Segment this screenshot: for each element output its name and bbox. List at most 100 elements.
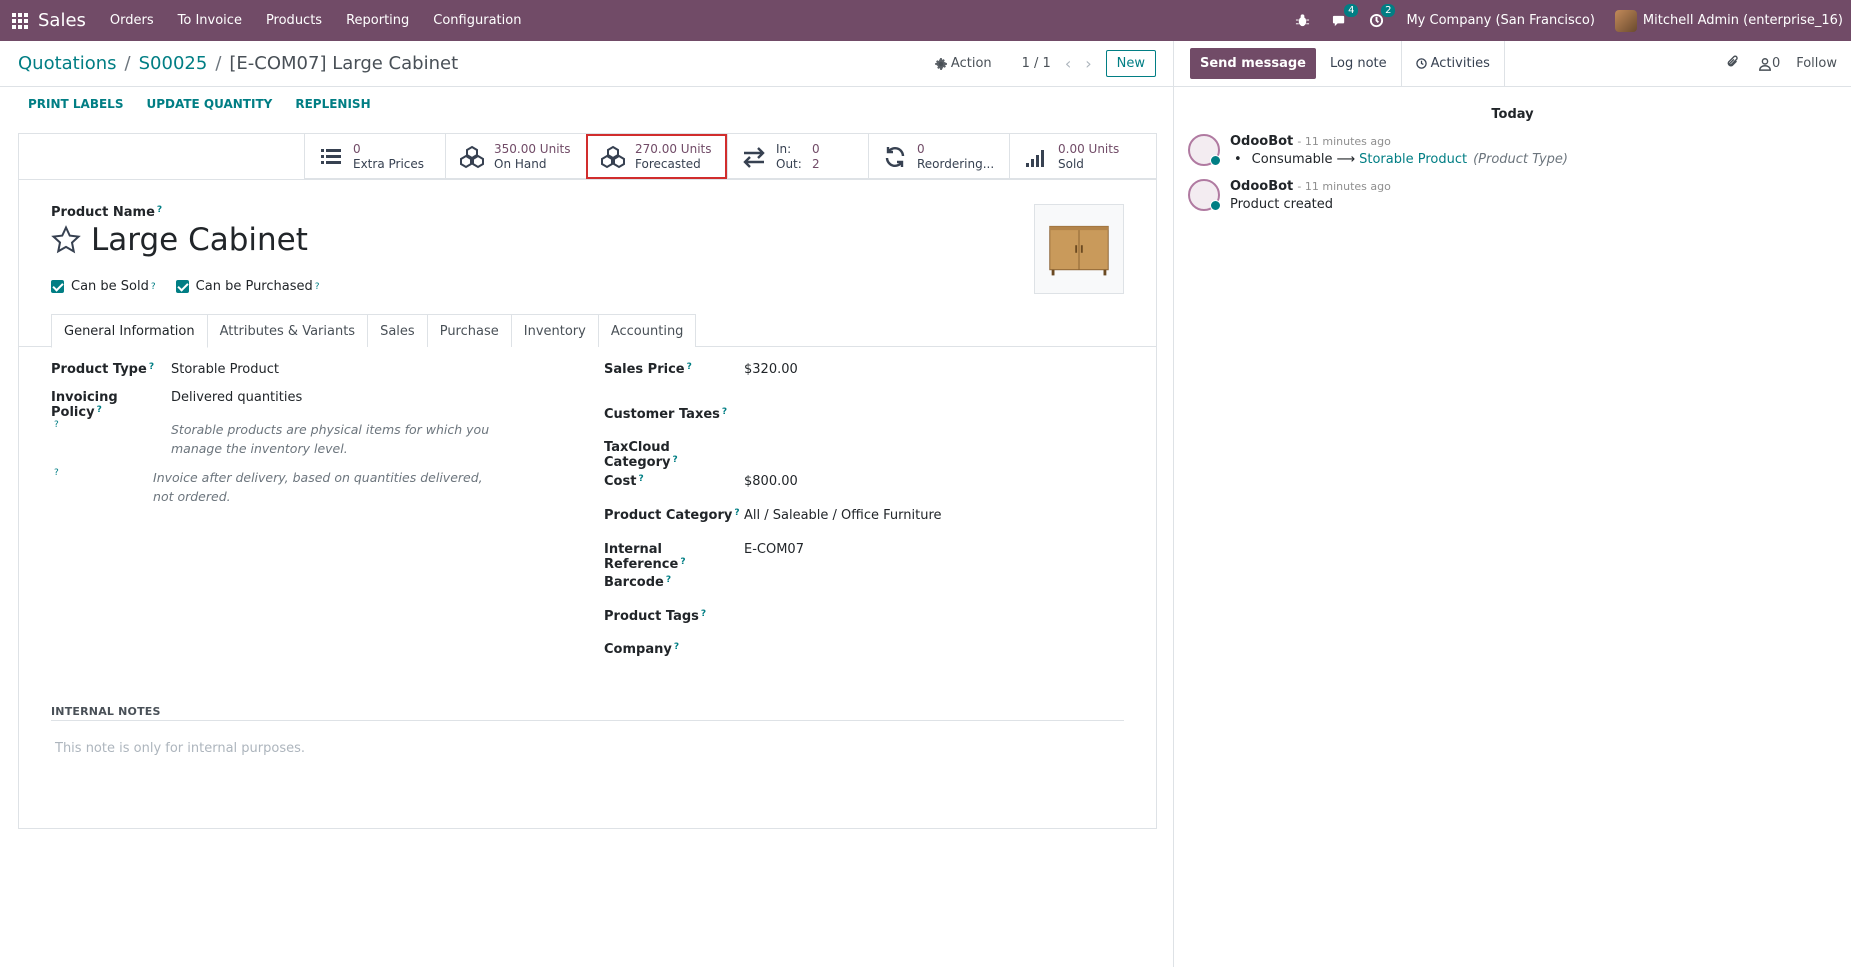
forecasted-label: Forecasted (635, 156, 701, 171)
company-switcher[interactable]: My Company (San Francisco) (1406, 13, 1594, 28)
cubes-icon (601, 145, 625, 168)
message-body: Product created (1230, 197, 1334, 212)
send-message-button[interactable]: Send message (1190, 48, 1316, 79)
breadcrumb-order[interactable]: S00025 (139, 53, 208, 74)
form-sheet: 0 Extra Prices 350.00 Units On Hand 270.00… (18, 133, 1157, 829)
pager-previous-icon[interactable]: ‹ (1065, 54, 1071, 73)
internal-reference-label: Internal Reference? (604, 542, 686, 572)
sold-label: Sold (1058, 156, 1084, 171)
product-category-field[interactable]: All / Saleable / Office Furniture (744, 508, 942, 523)
user-menu[interactable]: Mitchell Admin (enterprise_16) (1614, 9, 1843, 32)
pager-next-icon[interactable]: › (1085, 54, 1091, 73)
tab-inventory[interactable]: Inventory (510, 314, 599, 347)
product-category-label: Product Category? (604, 508, 740, 523)
out-label: Out: (776, 156, 802, 171)
activities-badge: 2 (1381, 4, 1396, 17)
product-type-field[interactable]: Storable Product (171, 362, 279, 377)
cost-field[interactable]: $800.00 (744, 474, 798, 489)
sold-button[interactable]: 0.00 Units Sold (1009, 134, 1150, 179)
in-value: 0 (812, 141, 820, 156)
product-title-row: Large Cabinet (51, 222, 308, 258)
tab-general-information[interactable]: General Information (51, 314, 208, 348)
product-checkboxes: Can be Sold? Can be Purchased? (51, 279, 340, 294)
invoicing-policy-field[interactable]: Delivered quantities (171, 390, 302, 405)
help-tooltip-icon[interactable]: ? (157, 205, 162, 215)
pager-value[interactable]: 1 / 1 (1022, 56, 1051, 71)
signal-icon (1026, 149, 1044, 167)
chatter-panel: Send message Log note Activities 0 Follo… (1173, 40, 1851, 967)
product-name-field[interactable]: Large Cabinet (91, 222, 308, 258)
can-be-sold-checkbox[interactable]: Can be Sold? (51, 279, 156, 294)
help-tooltip-icon[interactable]: ? (51, 468, 153, 478)
chatter-topbar: Send message Log note Activities 0 Follo… (1174, 40, 1851, 87)
tab-sales[interactable]: Sales (367, 314, 428, 347)
extra-prices-label: Extra Prices (353, 156, 425, 171)
tab-accounting[interactable]: Accounting (597, 314, 697, 347)
reordering-button[interactable]: 0 Reordering... (868, 134, 1009, 179)
tab-attributes-variants[interactable]: Attributes & Variants (206, 314, 369, 347)
product-type-help: Storable products are physical items for… (171, 422, 490, 456)
message-author[interactable]: OdooBot (1230, 179, 1293, 194)
activities-button[interactable]: Activities (1402, 41, 1504, 87)
reordering-label: Reordering... (917, 156, 995, 171)
internal-notes-label: INTERNAL NOTES (51, 705, 161, 718)
clock-icon (1415, 58, 1427, 69)
sales-price-label: Sales Price? (604, 362, 692, 377)
app-brand[interactable]: Sales (38, 10, 86, 31)
log-note-button[interactable]: Log note (1316, 40, 1402, 87)
followers-count: 0 (1771, 56, 1781, 71)
control-panel: Quotations / S00025 / [E-COM07] Large Ca… (0, 41, 1173, 87)
on-hand-label: On Hand (494, 156, 547, 171)
star-icon[interactable] (51, 225, 81, 255)
internal-notes-field[interactable]: This note is only for internal purposes. (55, 741, 305, 756)
message-item: OdooBot - 11 minutes ago Product created (1188, 179, 1851, 212)
action-label: Action (950, 56, 992, 71)
breadcrumb-current: [E-COM07] Large Cabinet (229, 53, 459, 74)
action-button[interactable]: Action (934, 56, 992, 71)
on-hand-value: 350.00 Units (494, 141, 571, 156)
new-button[interactable]: New (1105, 50, 1156, 77)
menu-reporting[interactable]: Reporting (346, 13, 409, 28)
refresh-icon (885, 146, 905, 167)
replenish-button[interactable]: REPLENISH (295, 97, 370, 111)
tab-purchase[interactable]: Purchase (426, 314, 512, 347)
cost-label: Cost? (604, 474, 644, 489)
forecasted-button[interactable]: 270.00 Units Forecasted (586, 134, 727, 179)
update-quantity-button[interactable]: UPDATE QUANTITY (146, 97, 272, 111)
sold-value: 0.00 Units (1058, 141, 1120, 156)
menu-products[interactable]: Products (266, 13, 322, 28)
activities-icon[interactable]: 2 (1369, 4, 1396, 28)
breadcrumb-quotations[interactable]: Quotations (18, 53, 117, 74)
user-avatar (1614, 9, 1637, 32)
in-out-button[interactable]: In: 0 Out: 2 (727, 134, 868, 179)
menu-to-invoice[interactable]: To Invoice (178, 13, 242, 28)
message-author[interactable]: OdooBot (1230, 134, 1293, 149)
internal-reference-field[interactable]: E-COM07 (744, 542, 804, 557)
product-image[interactable] (1034, 204, 1124, 294)
extra-prices-button[interactable]: 0 Extra Prices (304, 134, 445, 179)
attachment-icon[interactable] (1726, 55, 1740, 73)
help-tooltip-icon[interactable]: ? (51, 420, 171, 430)
divider (19, 179, 1156, 180)
message-time: - 11 minutes ago (1297, 135, 1391, 148)
product-name-label: Product Name? (51, 205, 163, 220)
can-be-purchased-checkbox[interactable]: Can be Purchased? (175, 279, 320, 294)
print-labels-button[interactable]: PRINT LABELS (28, 97, 123, 111)
breadcrumb-separator: / (215, 53, 222, 74)
tracking-new-value: Storable Product (1359, 152, 1468, 167)
followers-button[interactable]: 0 (1758, 56, 1780, 71)
follow-button[interactable]: Follow (1796, 56, 1837, 71)
apps-menu-icon[interactable] (0, 0, 40, 41)
left-fields: Product Type? Storable Product Invoicing… (51, 362, 501, 504)
on-hand-button[interactable]: 350.00 Units On Hand (445, 134, 586, 179)
right-fields: Sales Price? $320.00 Customer Taxes? Tax… (604, 362, 1124, 672)
smart-buttons: 0 Extra Prices 350.00 Units On Hand 270.00… (304, 134, 1156, 179)
messages-icon[interactable]: 4 (1332, 4, 1359, 28)
debug-icon[interactable] (1295, 13, 1310, 28)
tracking-field-name: (Product Type) (1473, 152, 1568, 167)
sales-price-field[interactable]: $320.00 (744, 362, 798, 377)
menu-configuration[interactable]: Configuration (433, 13, 521, 28)
odoobot-avatar (1188, 179, 1221, 211)
tracking-change: • Consumable ⟶ Storable Product (Product… (1234, 152, 1568, 167)
menu-orders[interactable]: Orders (110, 13, 154, 28)
